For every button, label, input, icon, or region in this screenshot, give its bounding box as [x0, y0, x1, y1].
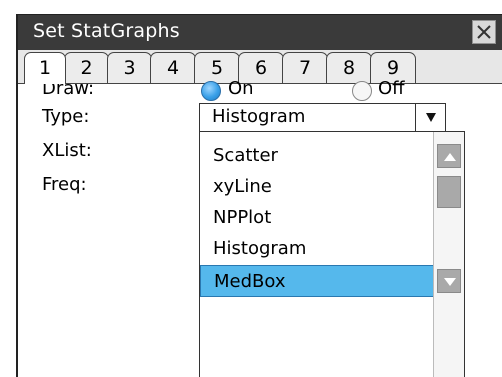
option-histogram[interactable]: Histogram [200, 233, 434, 265]
type-dropdown-list: Scatter xyLine NPPlot Histogram MedBox [199, 131, 465, 377]
tab-4[interactable]: 4 [150, 52, 196, 83]
stat-graphs-dialog: Set StatGraphs 1 2 3 4 5 6 7 8 9 Draw: O… [16, 14, 502, 377]
dropdown-scrollbar[interactable] [433, 132, 464, 377]
title-bar: Set StatGraphs [18, 15, 502, 50]
tab-3[interactable]: 3 [107, 52, 152, 83]
tab-7[interactable]: 7 [282, 52, 328, 83]
scroll-down-icon [444, 278, 456, 286]
freq-label: Freq: [42, 174, 87, 195]
tab-content: Draw: On Off Type: Histogram XList: Freq… [18, 78, 502, 377]
scroll-up-icon [444, 153, 456, 161]
option-xyline[interactable]: xyLine [200, 171, 434, 203]
triangle-down-icon [426, 113, 436, 122]
draw-on-label[interactable]: On [228, 78, 254, 99]
draw-off-label[interactable]: Off [378, 78, 405, 99]
close-icon [477, 25, 491, 39]
scroll-down-button[interactable] [437, 269, 461, 293]
draw-on-radio[interactable] [201, 81, 221, 101]
draw-off-radio[interactable] [352, 81, 372, 101]
option-scatter[interactable]: Scatter [200, 140, 434, 172]
option-medbox[interactable]: MedBox [200, 265, 434, 297]
scroll-up-button[interactable] [437, 144, 461, 168]
scroll-thumb[interactable] [437, 176, 461, 208]
tab-8[interactable]: 8 [326, 52, 372, 83]
dialog-title: Set StatGraphs [33, 20, 180, 42]
xlist-label: XList: [42, 140, 92, 161]
close-button[interactable] [472, 20, 496, 44]
type-select-value: Histogram [212, 106, 306, 127]
type-dropdown-button[interactable] [415, 104, 445, 131]
type-select[interactable]: Histogram [199, 103, 446, 132]
tab-1[interactable]: 1 [24, 52, 66, 84]
type-label: Type: [42, 106, 90, 127]
option-npplot[interactable]: NPPlot [200, 202, 434, 234]
